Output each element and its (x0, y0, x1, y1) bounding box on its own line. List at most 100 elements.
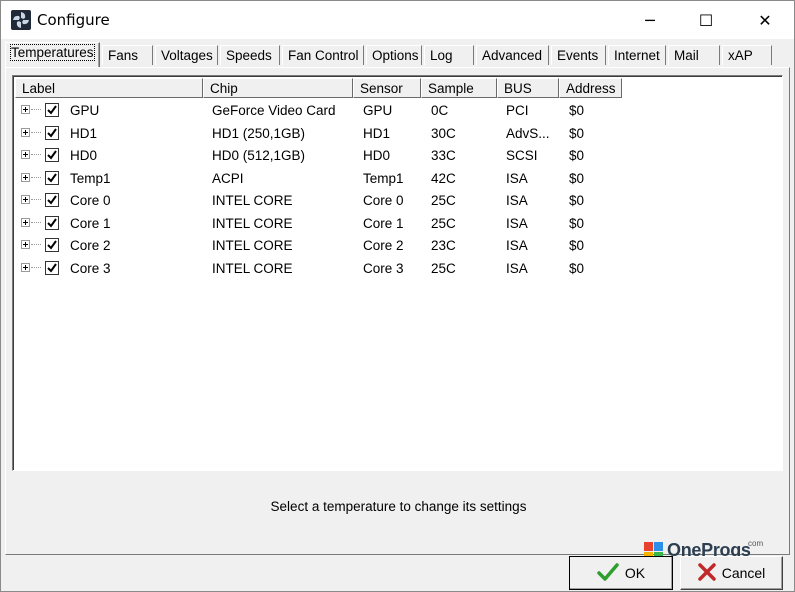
cancel-label: Cancel (721, 565, 766, 581)
tab-log[interactable]: Log (424, 45, 474, 65)
column-header-bus[interactable]: BUS (497, 78, 559, 98)
cell-bus: ISA (506, 215, 528, 231)
tree-connector (31, 176, 41, 178)
tab-advanced[interactable]: Advanced (476, 45, 549, 65)
tree-connector (31, 154, 41, 155)
cell-bus: AdvS... (506, 125, 550, 141)
tab-voltages[interactable]: Voltages (155, 45, 218, 65)
maximize-button[interactable]: ☐ (679, 1, 733, 39)
cancel-button[interactable]: Cancel (680, 556, 783, 590)
tab-fans[interactable]: Fans (102, 45, 153, 65)
cell-sensor: Core 2 (363, 238, 404, 253)
cell-sample: 25C (431, 193, 456, 208)
cell-sample: 25C (431, 215, 456, 231)
minimize-button[interactable]: ─ (623, 1, 677, 39)
x-cross-icon (697, 562, 716, 584)
expand-plus-icon[interactable] (21, 105, 30, 114)
table-row[interactable]: HD1 HD1 (250,1GB) HD1 30C AdvS... $0 (15, 123, 775, 145)
tab-mail[interactable]: Mail (668, 45, 720, 65)
cell-sample: 23C (431, 238, 456, 253)
row-checkbox[interactable] (45, 148, 59, 162)
expand-plus-icon[interactable] (21, 195, 30, 204)
expand-plus-icon[interactable] (21, 262, 30, 272)
tab-temperatures[interactable]: Temperatures (5, 42, 100, 67)
tab-fan-control[interactable]: Fan Control (282, 45, 364, 65)
cell-label: GPU (70, 103, 100, 118)
cell-bus: ISA (506, 170, 528, 186)
cell-address: $0 (569, 193, 585, 208)
checkmark-icon (47, 127, 57, 138)
checkmark-icon (47, 105, 57, 115)
row-checkbox[interactable] (45, 170, 59, 185)
cell-chip: INTEL CORE (212, 260, 293, 276)
configure-window: Configure ─ ☐ ✕ Temperatures Fans Voltag… (0, 0, 795, 592)
tree-connector (31, 131, 41, 133)
cell-label: HD1 (70, 125, 98, 141)
row-checkbox[interactable] (45, 238, 59, 252)
table-row[interactable]: Core 1 INTEL CORE Core 1 25C ISA $0 (15, 213, 775, 235)
column-header-sensor[interactable]: Sensor (353, 78, 421, 98)
row-checkbox[interactable] (45, 215, 59, 230)
cell-sensor: Core 3 (363, 260, 404, 276)
row-checkbox[interactable] (45, 260, 59, 275)
tree-connector (31, 266, 41, 268)
cell-sensor: Core 1 (363, 215, 404, 231)
checkmark-icon (47, 240, 57, 250)
column-header-label[interactable]: Label (15, 78, 203, 98)
tab-options[interactable]: Options (366, 45, 422, 65)
expand-plus-icon[interactable] (21, 150, 30, 159)
cell-chip: INTEL CORE (212, 193, 293, 208)
cell-bus: SCSI (506, 148, 538, 163)
table-row[interactable]: Core 3 INTEL CORE Core 3 25C ISA $0 (15, 258, 775, 280)
row-checkbox[interactable] (45, 103, 59, 117)
cell-bus: ISA (506, 193, 528, 208)
ok-button[interactable]: OK (569, 556, 673, 590)
cell-sample: 30C (431, 125, 456, 141)
close-button[interactable]: ✕ (738, 1, 792, 39)
column-header-chip[interactable]: Chip (203, 78, 353, 98)
cell-address: $0 (569, 148, 585, 163)
cell-sample: 0C (431, 103, 449, 118)
cell-bus: ISA (506, 260, 528, 276)
tab-xap[interactable]: xAP (722, 45, 772, 65)
row-checkbox[interactable] (45, 193, 59, 207)
checkmark-icon (47, 150, 57, 160)
tree-connector (31, 199, 41, 200)
cell-address: $0 (569, 125, 585, 141)
list-header: Label Chip Sensor Sample BUS Address (15, 78, 775, 98)
tab-internet[interactable]: Internet (608, 45, 666, 65)
fan-blade-icon (11, 10, 31, 30)
column-header-sample[interactable]: Sample (421, 78, 497, 98)
cell-address: $0 (569, 170, 585, 186)
cell-label: Core 0 (70, 193, 111, 208)
cell-chip: INTEL CORE (212, 215, 293, 231)
table-row[interactable]: Core 2 INTEL CORE Core 2 23C ISA $0 (15, 235, 775, 257)
tree-connector (31, 221, 41, 223)
cell-bus: ISA (506, 238, 528, 253)
table-row[interactable]: HD0 HD0 (512,1GB) HD0 33C SCSI $0 (15, 145, 775, 167)
row-checkbox[interactable] (45, 125, 59, 140)
status-text: Select a temperature to change its setti… (270, 499, 527, 514)
checkmark-icon (597, 562, 619, 584)
expand-plus-icon[interactable] (21, 217, 30, 227)
cell-chip: INTEL CORE (212, 238, 293, 253)
title-bar: Configure ─ ☐ ✕ (1, 1, 794, 39)
cell-sample: 25C (431, 260, 456, 276)
cell-chip: HD1 (250,1GB) (212, 125, 306, 141)
expand-plus-icon[interactable] (21, 172, 30, 182)
minimize-icon: ─ (645, 10, 655, 30)
table-row[interactable]: Core 0 INTEL CORE Core 0 25C ISA $0 (15, 190, 775, 212)
table-row[interactable]: GPU GeForce Video Card GPU 0C PCI $0 (15, 100, 775, 122)
column-header-address[interactable]: Address (559, 78, 622, 98)
expand-plus-icon[interactable] (21, 127, 30, 137)
tab-speeds[interactable]: Speeds (220, 45, 280, 65)
checkmark-icon (47, 195, 57, 205)
tree-connector (31, 244, 41, 245)
cell-sensor: HD1 (363, 125, 391, 141)
cell-sample: 33C (431, 148, 456, 163)
temperature-list[interactable]: Label Chip Sensor Sample BUS Address GPU… (12, 75, 783, 471)
tab-events[interactable]: Events (551, 45, 606, 65)
table-row[interactable]: Temp1 ACPI Temp1 42C ISA $0 (15, 168, 775, 190)
expand-plus-icon[interactable] (21, 240, 30, 249)
checkmark-icon (47, 262, 57, 273)
